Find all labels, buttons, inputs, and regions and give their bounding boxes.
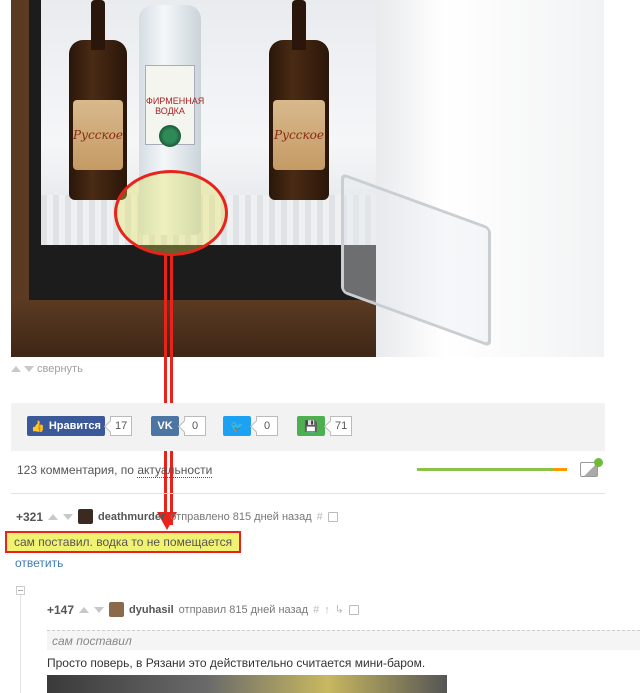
arrow-line	[164, 255, 167, 525]
vote-down-icon[interactable]	[94, 606, 105, 613]
facebook-button[interactable]: 👍 Нравится	[27, 416, 105, 436]
beer-bottle-right: Русское	[269, 0, 329, 200]
save-comment-icon[interactable]	[348, 604, 359, 615]
reply-comment-username[interactable]: dyuhasil	[129, 604, 174, 616]
vk-share[interactable]: VK 0	[151, 416, 206, 436]
read-progress-fill	[417, 468, 557, 471]
highlight-circle	[114, 170, 228, 256]
reply-comment-image[interactable]	[47, 675, 447, 693]
read-progress-end	[553, 468, 567, 471]
vk-count: 0	[184, 416, 206, 436]
save-icon: 💾	[304, 420, 318, 433]
vote-down-icon[interactable]	[63, 513, 74, 520]
twitter-button[interactable]: 🐦	[223, 416, 251, 436]
beer-label-right: Русское	[273, 100, 325, 170]
twitter-icon: 🐦	[230, 420, 244, 433]
comment-rating: +321	[16, 509, 44, 524]
comment-meta: отправлено 815 дней назад	[170, 510, 312, 523]
divider	[11, 493, 605, 494]
thread-line	[20, 590, 21, 693]
arrow-down-icon	[24, 366, 34, 372]
save-share[interactable]: 💾 71	[297, 416, 353, 436]
reply-comment-header: +147 dyuhasil отправил 815 дней назад # …	[47, 602, 359, 617]
vote-up-icon[interactable]	[79, 606, 90, 613]
parent-arrow-icon[interactable]: ↑	[324, 604, 330, 616]
beer-bottle-left: Русское	[69, 0, 127, 200]
reply-comment-meta: отправил 815 дней назад	[178, 603, 309, 616]
save-button[interactable]: 💾	[297, 416, 325, 436]
reply-comment-text: Просто поверь, в Рязани это действительн…	[47, 656, 426, 670]
branch-icon[interactable]: ↳	[335, 603, 344, 616]
collapse-link[interactable]: свернуть	[11, 363, 83, 375]
hash-icon[interactable]: #	[317, 511, 323, 523]
comment-username[interactable]: deathmurder	[98, 511, 165, 523]
facebook-label: Нравится	[48, 420, 101, 432]
vodka-label-line1: ФИРМЕННАЯ	[146, 96, 205, 106]
share-bar: 👍 Нравится 17 VK 0 🐦 0 💾 71	[11, 403, 605, 451]
arrow-up-icon	[11, 366, 21, 372]
avatar[interactable]	[78, 509, 94, 524]
hash-icon[interactable]: #	[313, 604, 319, 616]
vote-up-icon[interactable]	[48, 513, 59, 520]
arrow-line-2	[170, 255, 173, 525]
check-icon	[594, 458, 603, 467]
comment-header: +321 deathmurder отправлено 815 дней наз…	[16, 509, 338, 524]
cabinet	[11, 300, 431, 357]
reply-link[interactable]: ответить	[15, 556, 63, 570]
read-progress-bar	[417, 468, 567, 471]
post-image[interactable]: Русское ФИРМЕННАЯ ВОДКА Русское	[11, 0, 604, 357]
vodka-label-line2: ВОДКА	[155, 106, 185, 116]
comment-text: сам поставил. водка то не помещается	[5, 531, 242, 553]
comments-count: 123 комментария, по	[17, 463, 138, 477]
thumbs-up-icon: 👍	[31, 420, 45, 433]
collapse-label: свернуть	[37, 363, 83, 375]
avatar[interactable]	[109, 602, 125, 617]
vk-icon: VK	[157, 420, 173, 432]
image-toggle-icon[interactable]	[580, 458, 603, 477]
vk-button[interactable]: VK	[151, 416, 179, 436]
collapse-thread-icon[interactable]	[16, 586, 25, 595]
save-comment-icon[interactable]	[327, 511, 338, 522]
vodka-medal	[159, 125, 181, 147]
beer-label-left: Русское	[73, 100, 123, 170]
quoted-text: сам поставил	[47, 630, 640, 650]
comments-header: 123 комментария, по актуальности	[17, 463, 213, 478]
sort-link[interactable]: актуальности	[137, 463, 213, 478]
facebook-count: 17	[110, 416, 133, 436]
facebook-share[interactable]: 👍 Нравится 17	[27, 416, 133, 436]
reply-comment-rating: +147	[47, 602, 75, 617]
twitter-count: 0	[256, 416, 278, 436]
save-count: 71	[330, 416, 353, 436]
twitter-share[interactable]: 🐦 0	[223, 416, 278, 436]
